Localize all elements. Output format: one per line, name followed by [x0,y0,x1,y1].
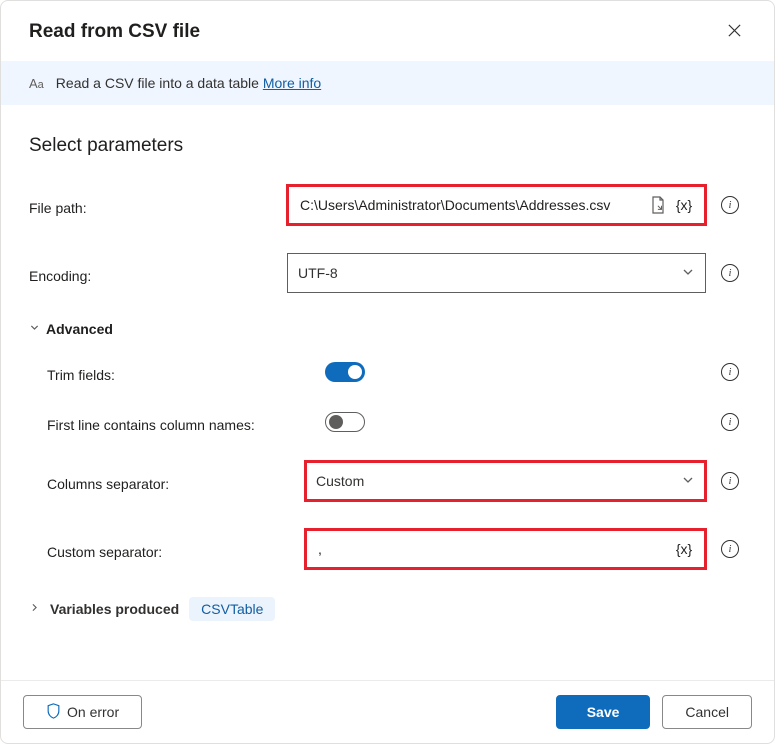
encoding-value: UTF-8 [298,265,681,281]
on-error-label: On error [67,704,119,720]
dialog-header: Read from CSV file [1,1,774,61]
info-icon[interactable]: i [721,472,739,490]
chevron-down-icon [29,322,40,336]
chevron-down-icon [681,473,695,490]
variable-picker-icon[interactable]: {x} [673,538,695,560]
text-case-icon: Aa [29,76,44,91]
shield-icon [46,703,61,722]
info-icon[interactable]: i [721,413,739,431]
advanced-label: Advanced [46,321,113,337]
dialog-footer: On error Save Cancel [1,680,774,743]
chevron-right-icon[interactable] [29,602,40,616]
encoding-select[interactable]: UTF-8 [287,253,706,293]
variable-picker-icon[interactable]: {x} [673,194,695,216]
close-icon [727,23,742,38]
section-title: Select parameters [29,135,746,157]
advanced-expander[interactable]: Advanced [29,321,746,337]
first-line-label: First line contains column names: [47,411,317,433]
first-line-toggle[interactable] [325,412,365,432]
variables-produced-row: Variables produced CSVTable [29,597,746,621]
separator-row: Columns separator: Custom i [47,461,746,501]
info-icon[interactable]: i [721,540,739,558]
save-button[interactable]: Save [556,695,651,729]
variables-produced-label[interactable]: Variables produced [50,601,179,617]
separator-select[interactable]: Custom [305,461,706,501]
custom-separator-row: Custom separator: {x} i [47,529,746,569]
file-path-row: File path: {x} i [29,185,746,225]
advanced-panel: Trim fields: i First line contains colum… [29,361,746,569]
custom-separator-label: Custom separator: [47,538,297,560]
encoding-label: Encoding: [29,262,279,284]
separator-label: Columns separator: [47,470,297,492]
cancel-button[interactable]: Cancel [662,695,752,729]
info-icon[interactable]: i [721,363,739,381]
trim-label: Trim fields: [47,361,317,383]
custom-separator-input[interactable] [316,540,669,558]
file-path-label: File path: [29,194,279,216]
chevron-down-icon [681,265,695,282]
close-button[interactable] [723,19,746,45]
encoding-row: Encoding: UTF-8 i [29,253,746,293]
separator-value: Custom [316,473,681,489]
banner-text: Read a CSV file into a data table More i… [56,75,321,91]
file-path-input-wrap[interactable]: {x} [287,185,706,225]
info-icon[interactable]: i [721,264,739,282]
dialog-title: Read from CSV file [29,21,200,43]
info-icon[interactable]: i [721,196,739,214]
variable-badge[interactable]: CSVTable [189,597,275,621]
first-line-row: First line contains column names: i [47,411,746,433]
read-csv-dialog: Read from CSV file Aa Read a CSV file in… [0,0,775,744]
more-info-link[interactable]: More info [263,75,321,91]
custom-separator-input-wrap[interactable]: {x} [305,529,706,569]
on-error-button[interactable]: On error [23,695,142,729]
file-picker-icon[interactable] [647,194,669,216]
info-banner: Aa Read a CSV file into a data table Mor… [1,61,774,105]
trim-toggle[interactable] [325,362,365,382]
dialog-body: Select parameters File path: {x} i Encod… [1,105,774,680]
trim-row: Trim fields: i [47,361,746,383]
file-path-input[interactable] [298,196,643,214]
